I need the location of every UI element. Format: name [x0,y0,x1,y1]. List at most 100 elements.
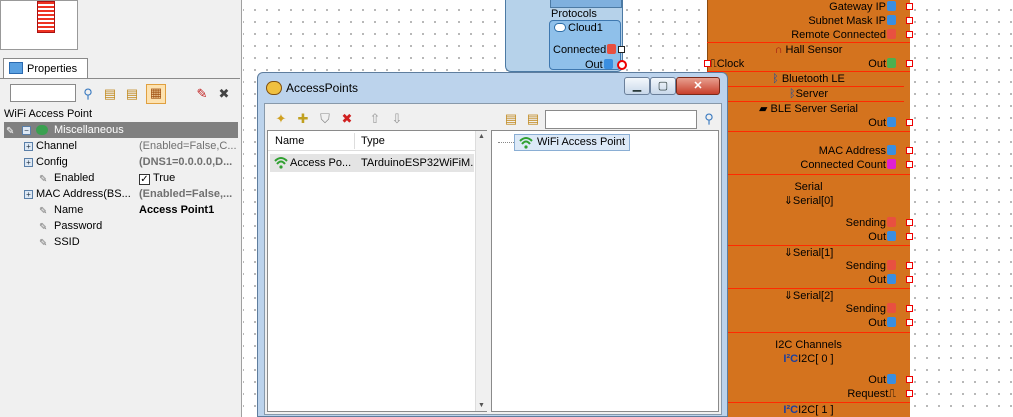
serial0-sending-pin[interactable] [906,219,913,226]
component-thumbnail[interactable] [0,0,78,50]
mac-address-pin[interactable] [906,147,913,154]
scroll-up-icon[interactable]: ▲ [478,133,485,140]
expand-icon[interactable]: + [24,142,33,151]
serial2-out-pin[interactable] [906,319,913,326]
property-row-name[interactable]: ✎ Name Access Point1 [4,202,238,218]
cloud-out-pin[interactable] [617,60,627,70]
list-item-name: Access Po... [290,157,352,169]
property-value[interactable]: (DNS1=0.0.0.0,D... [139,154,239,170]
board-row-i2c0-request: Request⎍ [707,387,910,401]
tools-icon[interactable]: ✖ [216,86,232,102]
ble-out-text: Out [868,117,886,129]
i2c0-out-pin[interactable] [906,376,913,383]
close-button[interactable]: ✕ [676,77,720,95]
properties-search-input[interactable] [10,84,76,102]
property-category-misc[interactable]: ✎ − Miscellaneous [4,122,238,138]
serial2-sending-pin[interactable] [906,305,913,312]
scroll-down-icon[interactable]: ▼ [478,402,485,409]
i2c-icon: I²C [783,404,799,416]
serial2-text: Serial[2] [792,290,834,302]
remote-connected-pin[interactable] [906,31,913,38]
hall-out-pin[interactable] [906,60,913,67]
board-row-serial0-sending: nSending [707,216,910,230]
subnet-mask-pin[interactable] [906,17,913,24]
folder-add-icon[interactable]: ▤ [124,86,140,102]
board-row-serial2: ⇓Serial[2] [707,289,910,303]
ble-out-pin[interactable] [906,119,913,126]
property-value[interactable]: (Enabled=False,... [139,186,239,202]
property-value[interactable]: Access Point1 [139,202,239,218]
add-item-icon[interactable]: ✚ [295,111,311,127]
column-divider[interactable] [354,133,355,149]
tree-item-wifi-access-point[interactable]: WiFi Access Point [514,134,631,151]
property-name: MAC Address(BS... [36,188,131,200]
folder-blue-icon[interactable]: ▤ [102,86,118,102]
column-header-type[interactable]: Type [361,135,385,147]
connected-count-pin[interactable] [906,161,913,168]
section-divider [707,174,910,175]
serial1-out-pin[interactable] [906,276,913,283]
property-row-ssid[interactable]: ✎ SSID [4,234,238,250]
collapse-icon[interactable]: − [22,126,31,135]
cloud-out-label: Out [585,59,603,71]
property-name: Miscellaneous [54,124,124,136]
folder-blue-icon[interactable]: ▤ [503,111,519,127]
property-row-channel[interactable]: + Channel (Enabled=False,C... [4,138,238,154]
remote-connected-label: Remote Connected [791,28,896,42]
access-points-list[interactable]: Name Type Access Po... TArduinoESP32WiFi… [267,130,487,412]
access-points-tree[interactable]: WiFi Access Point [491,130,719,412]
pin-icon[interactable]: ✎ [194,86,210,102]
gateway-ip-text: Gateway IP [829,1,886,13]
pin-icon [887,217,896,227]
expand-icon[interactable]: + [24,190,33,199]
i2c0-request-pin[interactable] [906,390,913,397]
mac-address-label: MAC Address [819,144,896,158]
connected-label: Connected [553,44,607,56]
shield-icon[interactable]: ⛉ [317,111,333,127]
enabled-checkbox[interactable]: ✓ [139,174,150,185]
minimize-button[interactable]: ▁ [624,77,650,95]
delete-icon[interactable]: ✖ [339,111,355,127]
property-grid: ✎ − Miscellaneous + Channel (Enabled=Fal… [4,122,238,250]
out-pin-icon[interactable] [603,59,613,69]
dialog-search-input[interactable] [545,110,697,129]
board-row-serial: Serial [707,180,910,194]
pin-icon [887,1,896,11]
gateway-ip-pin[interactable] [906,3,913,10]
property-row-enabled[interactable]: ✎ Enabled ✓ True [4,170,238,186]
move-up-icon[interactable]: ⇧ [367,111,383,127]
serial0-sending-label: Sending [846,216,896,230]
property-row-password[interactable]: ✎ Password [4,218,238,234]
serial0-out-pin[interactable] [906,233,913,240]
property-value[interactable]: (Enabled=False,C... [139,138,239,154]
move-down-icon[interactable]: ⇩ [389,111,405,127]
board-row-serial1-sending: nSending [707,259,910,273]
bluetooth-label: ᛒ Bluetooth LE [707,72,910,86]
property-row-mac-address[interactable]: + MAC Address(BS... (Enabled=False,... [4,186,238,202]
board-row-serial2-out: Out [707,316,910,330]
connected-pin-icon[interactable] [607,44,617,54]
connected-pin[interactable] [618,46,625,53]
property-value-enabled[interactable]: ✓ True [139,170,239,186]
dialog-body: ✦ ✚ ⛉ ✖ ⇧ ⇩ ▤ ▤ ⚲ Name Type Access Po... [264,103,722,415]
i2c1-label: I²CI2C[ 1 ] [707,403,910,417]
serial2-sending-label: Sending [846,302,896,316]
filter-icon[interactable]: ⚲ [80,86,96,102]
list-item[interactable]: Access Po... TArduinoESP32WiFiM... [270,154,474,172]
maximize-button[interactable]: ▢ [650,77,676,95]
column-header-name[interactable]: Name [275,135,304,147]
clock-pin[interactable] [704,60,711,67]
out-text: Out [868,231,886,243]
serial2-out-label: Out [868,316,896,330]
tab-properties[interactable]: Properties [3,58,88,78]
new-folder-icon[interactable]: ✦ [273,111,289,127]
grid-view-icon[interactable]: ▦ [146,84,166,104]
expand-icon[interactable]: + [24,158,33,167]
serial1-sending-pin[interactable] [906,262,913,269]
property-row-config[interactable]: + Config (DNS1=0.0.0.0,D... [4,154,238,170]
filter-icon[interactable]: ⚲ [701,111,717,127]
access-points-dialog[interactable]: AccessPoints ▁ ▢ ✕ ✦ ✚ ⛉ ✖ ⇧ ⇩ ▤ ▤ ⚲ Nam… [257,72,728,417]
folder-add-icon[interactable]: ▤ [525,111,541,127]
list-scrollbar[interactable]: ▲ ▼ [475,131,487,411]
pin-icon [887,29,896,39]
